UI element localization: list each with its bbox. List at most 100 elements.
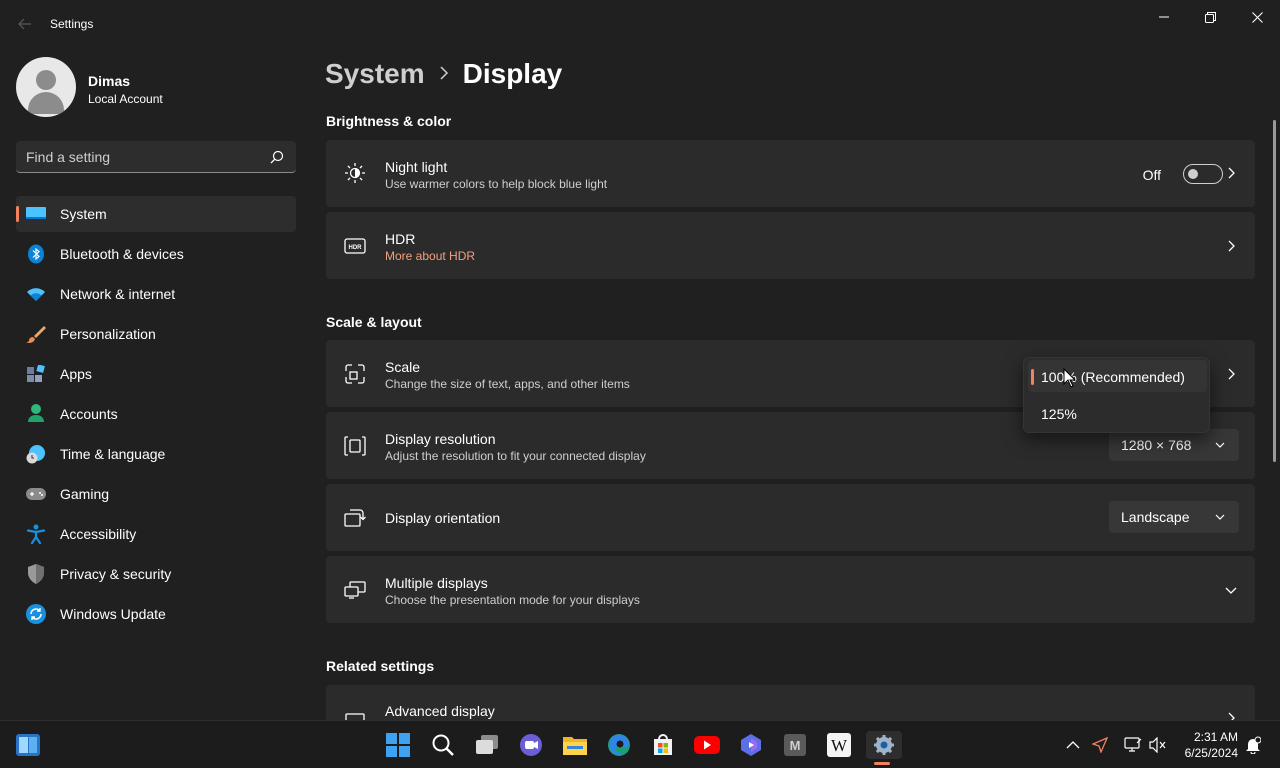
file-explorer-icon[interactable] [561, 731, 589, 759]
start-icon[interactable] [384, 731, 412, 759]
orientation-icon [344, 507, 366, 529]
night-light-card[interactable]: Night light Use warmer colors to help bl… [326, 140, 1255, 207]
sidebar-item-bluetooth[interactable]: Bluetooth & devices [16, 236, 296, 272]
sidebar-item-label: Time & language [60, 446, 166, 462]
sidebar-item-personalization[interactable]: Personalization [16, 316, 296, 352]
back-button[interactable] [12, 12, 38, 36]
location-icon[interactable] [1091, 736, 1109, 754]
m-app-glyph: M [790, 738, 801, 753]
store-icon[interactable] [649, 731, 677, 759]
back-arrow-icon [18, 18, 31, 30]
monitor-icon [344, 710, 366, 720]
restore-button[interactable] [1187, 4, 1233, 30]
widgets-icon[interactable] [14, 731, 42, 759]
hdr-icon: HDR [344, 235, 366, 257]
scale-option-100[interactable]: 100% (Recommended) [1028, 360, 1207, 392]
section-brightness-color: Brightness & color [326, 113, 452, 129]
scale-desc: Change the size of text, apps, and other… [385, 377, 630, 391]
scale-dropdown-menu: 100% (Recommended) 125% [1023, 357, 1210, 433]
search-icon[interactable] [270, 150, 284, 164]
sidebar-item-label: Personalization [60, 326, 156, 342]
night-light-desc: Use warmer colors to help block blue lig… [385, 177, 608, 191]
app-title: Settings [50, 17, 94, 31]
svg-text:HDR: HDR [349, 245, 363, 251]
multiple-displays-desc: Choose the presentation mode for your di… [385, 593, 640, 607]
settings-window: Settings Dimas Local Account System [0, 0, 1280, 720]
chevron-up-icon[interactable] [1064, 736, 1082, 754]
sidebar-item-accessibility[interactable]: Accessibility [16, 516, 296, 552]
profile-account-type: Local Account [88, 92, 163, 106]
wifi-icon [26, 284, 46, 304]
hdr-card[interactable]: HDR HDR More about HDR [326, 212, 1255, 279]
scale-icon [344, 363, 366, 385]
orientation-dropdown[interactable]: Landscape [1109, 501, 1239, 533]
multiple-displays-card[interactable]: Multiple displays Choose the presentatio… [326, 556, 1255, 623]
sidebar-item-label: Bluetooth & devices [60, 246, 184, 262]
title-bar: Settings [0, 0, 1280, 48]
multiple-displays-icon [344, 579, 366, 601]
mouse-cursor-icon [1063, 368, 1077, 388]
night-light-title: Night light [385, 159, 448, 175]
sidebar-item-label: Privacy & security [60, 566, 172, 582]
display-orientation-card: Display orientation Landscape [326, 484, 1255, 551]
sidebar-item-apps[interactable]: Apps [16, 356, 296, 392]
hdr-title: HDR [385, 231, 416, 247]
active-app-indicator [874, 762, 890, 765]
sidebar-item-gaming[interactable]: Gaming [16, 476, 296, 512]
volume-muted-icon[interactable] [1149, 736, 1167, 754]
wikipedia-icon[interactable]: W [825, 731, 853, 759]
scale-title: Scale [385, 359, 421, 375]
search-box [16, 141, 296, 173]
page-title: Display [462, 58, 563, 89]
chevron-down-icon [1215, 442, 1225, 448]
clipchamp-icon[interactable] [737, 731, 765, 759]
wikipedia-glyph: W [831, 736, 848, 755]
taskbar: M W 2:31 AM 6/25/2024 [0, 720, 1280, 768]
orientation-value: Landscape [1121, 509, 1190, 525]
edge-icon[interactable] [605, 731, 633, 759]
night-light-toggle[interactable] [1183, 164, 1223, 184]
sidebar-item-network[interactable]: Network & internet [16, 276, 296, 312]
resolution-dropdown[interactable]: 1280 × 768 [1109, 429, 1239, 461]
close-icon [1251, 11, 1263, 23]
chevron-right-icon [1228, 167, 1235, 179]
advanced-display-card[interactable]: Advanced display [326, 685, 1255, 720]
chevron-right-icon [1228, 368, 1235, 380]
youtube-icon[interactable] [693, 731, 721, 759]
m-app-icon[interactable]: M [781, 731, 809, 759]
system-icon [26, 204, 46, 224]
search-input[interactable] [26, 141, 266, 172]
scrollbar[interactable] [1273, 120, 1276, 462]
search-icon[interactable] [429, 731, 457, 759]
minimize-button[interactable] [1141, 4, 1187, 30]
network-icon[interactable] [1124, 736, 1142, 754]
task-view-icon[interactable] [473, 731, 501, 759]
hdr-more-link[interactable]: More about HDR [385, 249, 475, 263]
sidebar-item-accounts[interactable]: Accounts [16, 396, 296, 432]
night-light-toggle-label: Off [1142, 167, 1161, 183]
shield-icon [26, 564, 46, 584]
clock-time: 2:31 AM [1193, 730, 1238, 744]
breadcrumb-parent[interactable]: System [325, 58, 425, 90]
sidebar-item-windows-update[interactable]: Windows Update [16, 596, 296, 632]
section-related-settings: Related settings [326, 658, 435, 674]
resolution-value: 1280 × 768 [1121, 437, 1192, 453]
sidebar-item-privacy[interactable]: Privacy & security [16, 556, 296, 592]
bluetooth-icon [26, 244, 46, 264]
apps-icon [26, 364, 46, 384]
taskbar-clock[interactable]: 2:31 AM 6/25/2024 [1176, 729, 1238, 761]
settings-icon[interactable] [866, 731, 902, 759]
chevron-down-icon [1225, 587, 1237, 594]
close-button[interactable] [1234, 4, 1280, 30]
resolution-icon [344, 435, 366, 457]
display-orientation-title: Display orientation [385, 510, 501, 526]
teams-icon[interactable] [517, 731, 545, 759]
sidebar-item-time-language[interactable]: Time & language [16, 436, 296, 472]
sidebar-nav: System Bluetooth & devices Network & int… [16, 196, 296, 636]
scale-option-125[interactable]: 125% [1028, 397, 1207, 429]
sidebar-item-label: Network & internet [60, 286, 176, 302]
notification-icon[interactable] [1244, 736, 1262, 754]
sidebar-item-system[interactable]: System [16, 196, 296, 232]
sidebar-item-label: Windows Update [60, 606, 166, 622]
accessibility-icon [26, 524, 46, 544]
